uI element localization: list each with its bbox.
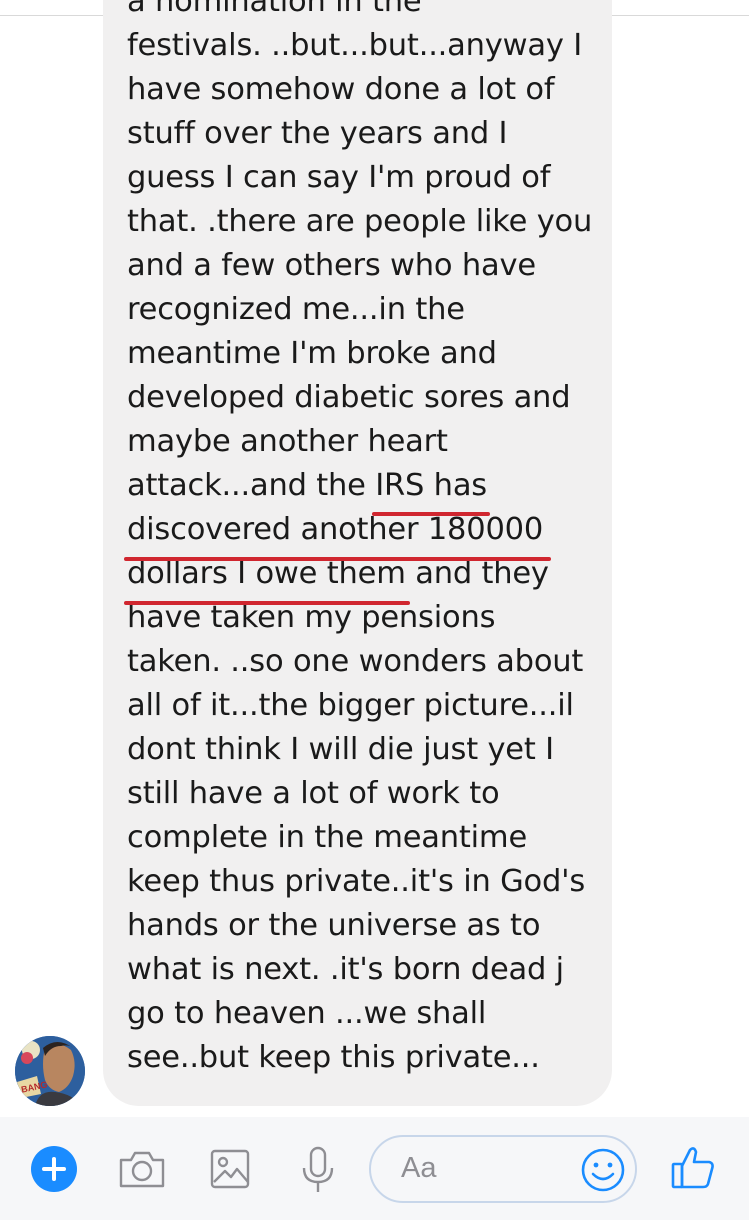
message-line: see..but keep this private... (127, 1040, 540, 1075)
message-line: keep thus private..it's in God's (127, 864, 586, 899)
message-line: taken. ..so one wonders about (127, 644, 584, 679)
message-line: recognized me...in the (127, 292, 465, 327)
message-line: all of it...the bigger picture...il (127, 688, 574, 723)
message-line: guess I can say I'm proud of (127, 160, 551, 195)
message-line: maybe another heart (127, 424, 448, 459)
message-line: hands or the universe as to (127, 908, 541, 943)
message-text: a nomination in the festivals. ..but...b… (127, 0, 602, 1080)
underline-annotation (124, 601, 410, 605)
message-line: and a few others who have (127, 248, 536, 283)
emoji-icon[interactable] (580, 1147, 626, 1193)
message-line: developed diabetic sores and (127, 380, 571, 415)
message-line: what is next. .it's born dead j (127, 952, 564, 987)
message-input-placeholder: Aa (401, 1152, 437, 1184)
camera-icon[interactable] (117, 1148, 167, 1190)
message-line: complete in the meantime (127, 820, 528, 855)
message-line: attack...and the IRS has (127, 468, 487, 503)
underline-annotation (372, 512, 490, 516)
message-line: festivals. ..but...but...anyway I (127, 28, 583, 63)
message-line: meantime I'm broke and (127, 336, 497, 371)
message-line: a nomination in the (127, 0, 422, 19)
message-line: that. .there are people like you (127, 204, 593, 239)
plus-icon[interactable] (31, 1146, 77, 1192)
thumbs-up-icon[interactable] (670, 1144, 716, 1190)
underline-annotation (124, 557, 551, 561)
avatar[interactable]: BANG (15, 1036, 85, 1106)
avatar-image (15, 1036, 85, 1106)
image-icon[interactable] (209, 1148, 251, 1190)
message-line: still have a lot of work to (127, 776, 500, 811)
microphone-icon[interactable] (300, 1146, 336, 1194)
message-line: dont think I will die just yet I (127, 732, 554, 767)
message-line: have somehow done a lot of (127, 72, 555, 107)
message-line: go to heaven ...we shall (127, 996, 487, 1031)
message-line: discovered another 180000 (127, 512, 544, 547)
message-line: stuff over the years and I (127, 116, 508, 151)
